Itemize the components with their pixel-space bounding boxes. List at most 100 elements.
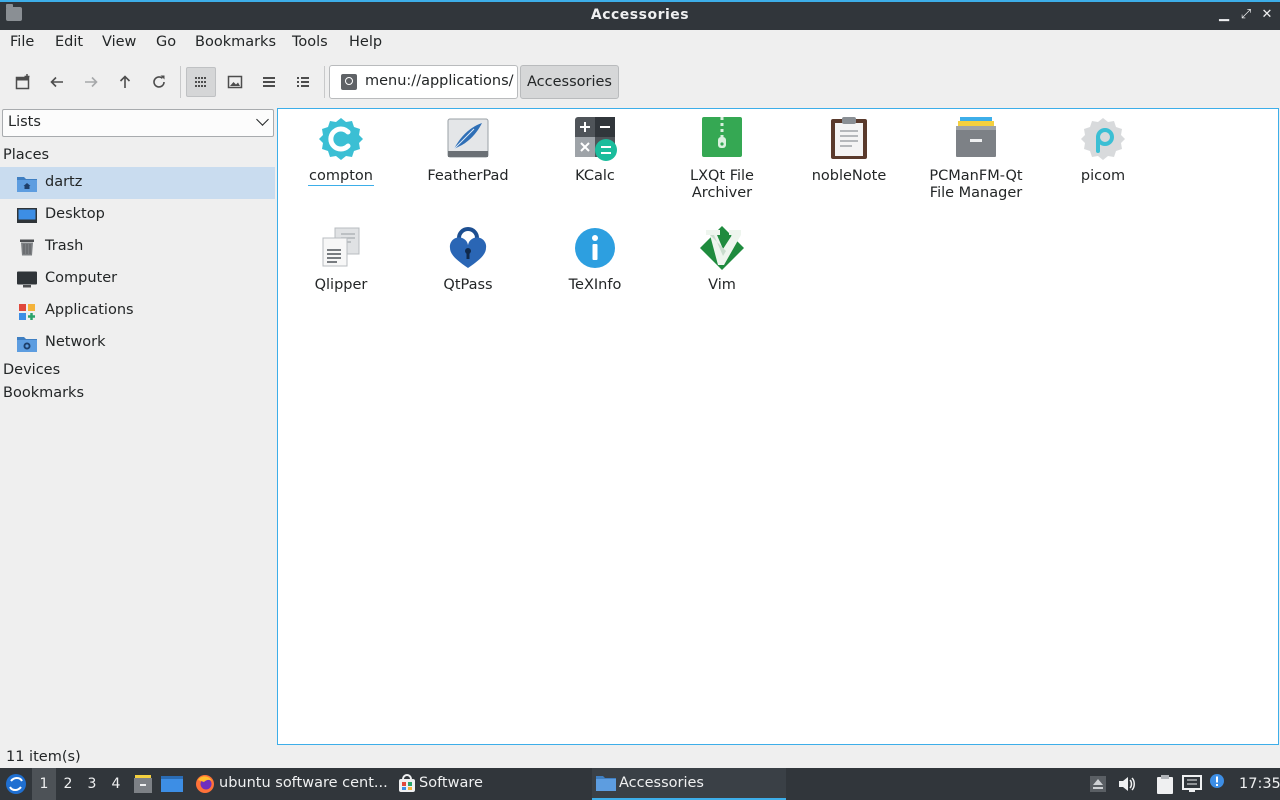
file-item-compton[interactable]: compton — [281, 115, 401, 186]
task-accessories[interactable]: Accessories — [592, 768, 786, 800]
desktop-switch-1[interactable]: 1 — [32, 768, 56, 800]
file-item-label: picom — [1080, 168, 1126, 184]
file-item-pcmanfm-qt[interactable]: PCManFM-Qt File Manager — [916, 115, 1036, 202]
volume-icon — [1119, 777, 1135, 791]
sidebar-item-network[interactable]: Network — [0, 327, 275, 359]
compact-view-button[interactable] — [254, 67, 284, 97]
search-icon — [341, 74, 357, 90]
tray-notification[interactable] — [1209, 768, 1229, 800]
desktop-switch-2[interactable]: 2 — [56, 768, 80, 800]
refresh-icon — [153, 75, 165, 88]
file-item-label: FeatherPad — [427, 168, 509, 184]
task-firefox[interactable]: ubuntu software cent... — [192, 768, 388, 800]
file-view[interactable]: compton FeatherPad KCalc LXQt File Archi… — [277, 108, 1279, 745]
breadcrumb[interactable]: Accessories — [520, 65, 619, 99]
window-title: Accessories — [590, 7, 690, 23]
icon-view-button[interactable] — [186, 67, 216, 97]
list-icon — [263, 77, 275, 87]
desktop-switch-3[interactable]: 3 — [80, 768, 104, 800]
sidebar-item-computer[interactable]: Computer — [0, 263, 275, 295]
sidebar-item-applications[interactable]: Applications — [0, 295, 275, 327]
clipboard-icon — [1157, 775, 1173, 794]
quicklaunch-file-manager[interactable] — [133, 768, 155, 800]
minimize-button[interactable]: ▁ — [1214, 5, 1234, 25]
menu-bookmarks[interactable]: Bookmarks — [195, 34, 276, 50]
image-icon — [227, 75, 243, 89]
file-item-picom[interactable]: picom — [1043, 115, 1163, 185]
grid-icon — [195, 77, 206, 87]
side-pane-mode-select[interactable]: Lists — [2, 109, 274, 137]
arrow-left-icon — [50, 76, 63, 88]
main-menu-button[interactable] — [4, 768, 28, 800]
toolbar-separator — [324, 66, 325, 98]
close-button[interactable]: ✕ — [1257, 5, 1277, 25]
menu-help[interactable]: Help — [349, 34, 382, 50]
maximize-button[interactable]: ⤢ — [1236, 5, 1256, 25]
sidebar-item-label: Computer — [45, 270, 118, 286]
file-item-kcalc[interactable]: KCalc — [535, 115, 655, 185]
desktop-switch-4[interactable]: 4 — [104, 768, 128, 800]
up-button[interactable] — [110, 67, 140, 97]
file-item-qtpass[interactable]: QtPass — [408, 224, 528, 294]
toolbar-separator — [180, 66, 181, 98]
kcalc-icon — [575, 117, 617, 161]
network-icon — [1182, 775, 1202, 792]
file-item-texinfo[interactable]: TeXInfo — [535, 224, 655, 294]
bookmarks-header[interactable]: Bookmarks — [3, 385, 84, 401]
folder-icon — [596, 776, 616, 791]
back-button[interactable] — [42, 67, 72, 97]
file-item-label: compton — [308, 168, 374, 186]
toolbar — [0, 60, 1280, 104]
tray-eject[interactable] — [1090, 768, 1110, 800]
eject-icon — [1090, 776, 1106, 792]
detailed-view-button[interactable] — [288, 67, 318, 97]
devices-header[interactable]: Devices — [3, 362, 60, 378]
file-item-label: Qlipper — [314, 277, 368, 293]
computer-icon — [17, 271, 37, 288]
sidebar-item-trash[interactable]: Trash — [0, 231, 275, 263]
menu-go[interactable]: Go — [156, 34, 176, 50]
arrow-right-icon — [85, 76, 98, 88]
file-item-featherpad[interactable]: FeatherPad — [408, 115, 528, 185]
menu-tools[interactable]: Tools — [292, 34, 328, 50]
qlipper-icon — [322, 227, 360, 267]
location-bar[interactable]: menu://applications/ — [329, 65, 518, 99]
vim-icon — [700, 226, 744, 270]
task-label: Software — [419, 775, 483, 791]
thumbnail-view-button[interactable] — [220, 67, 250, 97]
sidebar-item-dartz[interactable]: dartz — [0, 167, 275, 199]
clock[interactable]: 17:35 — [1239, 768, 1280, 800]
file-item-label: QtPass — [443, 277, 493, 293]
detailed-list-icon — [297, 77, 309, 87]
trash-icon — [20, 239, 34, 256]
file-item-label: TeXInfo — [568, 277, 622, 293]
info-icon — [575, 228, 615, 268]
tray-volume[interactable] — [1118, 768, 1138, 800]
window-titlebar[interactable]: Accessories ▁ ⤢ ✕ — [0, 0, 1280, 30]
sidebar-item-label: Desktop — [45, 206, 105, 222]
file-item-lxqt-file-archiver[interactable]: LXQt File Archiver — [662, 115, 782, 202]
file-item-noblenote[interactable]: nobleNote — [789, 115, 909, 185]
location-path: menu://applications/ — [365, 73, 514, 89]
new-tab-button[interactable] — [8, 67, 38, 97]
network-folder-icon — [17, 337, 37, 352]
sidebar-item-label: Trash — [45, 238, 84, 254]
sidebar-item-desktop[interactable]: Desktop — [0, 199, 275, 231]
places-header[interactable]: Places — [3, 147, 49, 163]
menu-edit[interactable]: Edit — [55, 34, 83, 50]
tray-clipboard[interactable] — [1156, 768, 1176, 800]
notification-icon — [1210, 774, 1224, 788]
side-pane-mode-value: Lists — [8, 114, 41, 130]
forward-button[interactable] — [76, 67, 106, 97]
reload-button[interactable] — [144, 67, 174, 97]
quicklaunch-show-desktop[interactable] — [161, 768, 185, 800]
desktop-icon — [161, 776, 183, 792]
tray-network[interactable] — [1182, 768, 1204, 800]
firefox-icon — [196, 775, 214, 793]
noblenote-icon — [831, 117, 867, 159]
file-item-vim[interactable]: Vim — [662, 224, 782, 294]
menu-view[interactable]: View — [102, 34, 136, 50]
task-software[interactable]: Software — [393, 768, 583, 800]
menu-file[interactable]: File — [10, 34, 34, 50]
file-item-qlipper[interactable]: Qlipper — [281, 224, 401, 294]
